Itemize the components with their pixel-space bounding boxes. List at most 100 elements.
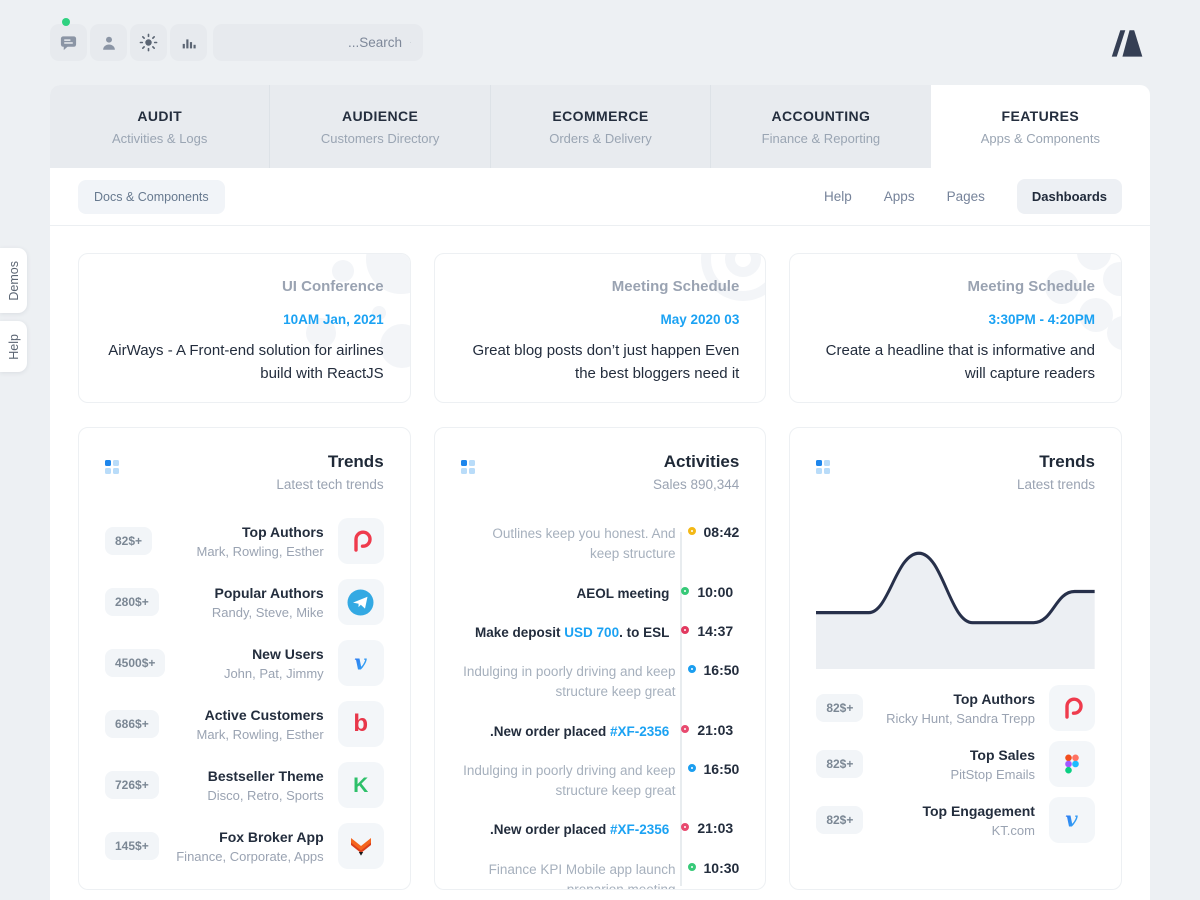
statistics-button[interactable]	[170, 24, 207, 61]
list-item[interactable]: 686$+ Active Customers Mark, Rowling, Es…	[105, 701, 384, 747]
list-item[interactable]: 82$+ Top Authors Ricky Hunt, Sandra Trep…	[816, 685, 1095, 731]
trend-list: 82$+ Top Authors Ricky Hunt, Sandra Trep…	[816, 685, 1095, 843]
list-item[interactable]: 280$+ Popular Authors Randy, Steve, Mike	[105, 579, 384, 625]
processwire-icon[interactable]	[338, 518, 384, 564]
side-tab-help[interactable]: Help	[0, 321, 27, 372]
search-icon[interactable]	[410, 34, 411, 51]
grid-menu-icon[interactable]	[105, 460, 119, 474]
card-text: AirWays - A Front-end solution for airli…	[105, 340, 384, 385]
price-badge: 82$+	[816, 694, 863, 722]
item-names: KT.com	[922, 823, 1035, 838]
card-title: Meeting Schedule	[461, 278, 740, 295]
info-card-ui-conference: UI Conference 10AM Jan, 2021 AirWays - A…	[78, 253, 411, 403]
item-title: Top Authors	[197, 524, 324, 540]
tab-features-sublabel: Apps & Components	[981, 131, 1100, 146]
nav-link-apps[interactable]: Apps	[884, 189, 915, 204]
list-item[interactable]: 82$+ Top Authors Mark, Rowling, Esther	[105, 518, 384, 564]
main-panel: AUDIT Activities & Logs AUDIENCE Custome…	[50, 85, 1150, 900]
list-item[interactable]: 726$+ Bestseller Theme Disco, Retro, Spo…	[105, 762, 384, 808]
timeline-item[interactable]: Make deposit USD 700. to ESL 14:37	[461, 623, 740, 643]
nav-link-help[interactable]: Help	[824, 189, 852, 204]
card-text: Create a headline that is informative an…	[816, 340, 1095, 385]
brand-logo[interactable]	[1104, 26, 1148, 58]
price-badge: 82$+	[816, 750, 863, 778]
messages-button[interactable]	[50, 24, 87, 61]
item-title: Top Engagement	[922, 803, 1035, 819]
card-subtitle: Latest tech trends	[276, 477, 383, 492]
status-ring	[681, 725, 689, 733]
side-tab-demos[interactable]: Demos	[0, 248, 27, 313]
status-ring	[681, 626, 689, 634]
tab-ecommerce-sublabel: Orders & Delivery	[549, 131, 652, 146]
tab-ecommerce[interactable]: ECOMMERCE Orders & Delivery	[491, 85, 711, 168]
tab-audience-sublabel: Customers Directory	[321, 131, 439, 146]
nav-link-pages[interactable]: Pages	[947, 189, 985, 204]
timeline: Outlines keep you honest. And keep struc…	[461, 524, 740, 890]
list-item[interactable]: 4500$+ New Users John, Pat, Jimmy v	[105, 640, 384, 686]
vimeo-icon[interactable]: v	[338, 640, 384, 686]
item-title: Top Sales	[950, 747, 1035, 763]
nav-links: Help Apps Pages Dashboards	[824, 179, 1122, 214]
content-grid: UI Conference 10AM Jan, 2021 AirWays - A…	[50, 226, 1150, 900]
list-item[interactable]: 145$+ Fox Broker App Finance, Corporate,…	[105, 823, 384, 869]
sun-icon	[139, 33, 158, 52]
tab-ecommerce-label: ECOMMERCE	[552, 108, 648, 124]
docs-components-button[interactable]: Docs & Components	[78, 180, 225, 214]
item-title: Fox Broker App	[176, 829, 323, 845]
item-names: Ricky Hunt, Sandra Trepp	[886, 711, 1035, 726]
list-item[interactable]: 82$+ Top Engagement KT.com v	[816, 797, 1095, 843]
card-date: 3:30PM - 4:20PM	[816, 312, 1095, 327]
card-date: May 2020 03	[461, 312, 740, 327]
timeline-item[interactable]: Indulging in poorly driving and keep str…	[461, 761, 740, 802]
tab-audience[interactable]: AUDIENCE Customers Directory	[270, 85, 490, 168]
tab-audit-label: AUDIT	[137, 108, 182, 124]
telegram-icon[interactable]	[338, 579, 384, 625]
card-subtitle: Latest trends	[1017, 477, 1095, 492]
secondary-nav: Docs & Components Help Apps Pages Dashbo…	[50, 168, 1150, 226]
card-text: Great blog posts don’t just happen Even …	[461, 340, 740, 385]
grid-menu-icon[interactable]	[461, 460, 475, 474]
tab-accounting-label: ACCOUNTING	[771, 108, 870, 124]
fox-icon[interactable]	[338, 823, 384, 869]
figma-icon[interactable]	[1049, 741, 1095, 787]
theme-toggle-button[interactable]	[130, 24, 167, 61]
timeline-item[interactable]: .New order placed #XF-2356 21:03	[461, 820, 740, 840]
timeline-item[interactable]: Outlines keep you honest. And keep struc…	[461, 524, 740, 565]
nav-link-dashboards[interactable]: Dashboards	[1017, 179, 1122, 214]
price-badge: 686$+	[105, 710, 159, 738]
user-icon	[100, 34, 118, 52]
item-names: Mark, Rowling, Esther	[197, 727, 324, 742]
item-names: Disco, Retro, Sports	[207, 788, 323, 803]
timeline-item[interactable]: .New order placed #XF-2356 21:03	[461, 722, 740, 742]
item-title: Top Authors	[886, 691, 1035, 707]
card-subtitle: Sales 890,344	[653, 477, 739, 492]
timeline-item[interactable]: AEOL meeting 10:00	[461, 584, 740, 604]
vimeo-icon[interactable]: v	[1049, 797, 1095, 843]
search-input[interactable]	[225, 35, 402, 50]
timeline-item[interactable]: Finance KPI Mobile app launch preparion …	[461, 860, 740, 891]
card-title: Meeting Schedule	[816, 278, 1095, 295]
tab-features-label: FEATURES	[1002, 108, 1080, 124]
processwire-icon[interactable]	[1049, 685, 1095, 731]
tab-accounting-sublabel: Finance & Reporting	[762, 131, 881, 146]
trends-area-chart	[816, 522, 1095, 669]
price-badge: 82$+	[816, 806, 863, 834]
item-names: John, Pat, Jimmy	[224, 666, 324, 681]
card-title: Trends	[1017, 452, 1095, 472]
kickstarter-icon[interactable]: K	[338, 762, 384, 808]
svg-text:v: v	[1066, 807, 1079, 832]
tab-audit[interactable]: AUDIT Activities & Logs	[50, 85, 270, 168]
list-item[interactable]: 82$+ Top Sales PitStop Emails	[816, 741, 1095, 787]
timeline-item[interactable]: Indulging in poorly driving and keep str…	[461, 662, 740, 703]
status-ring	[688, 665, 696, 673]
status-ring	[681, 587, 689, 595]
main-tab-bar: AUDIT Activities & Logs AUDIENCE Custome…	[50, 85, 1150, 168]
tab-features[interactable]: FEATURES Apps & Components	[931, 85, 1150, 168]
bing-icon[interactable]: b	[338, 701, 384, 747]
timeline-time: 10:00	[697, 584, 739, 600]
tab-accounting[interactable]: ACCOUNTING Finance & Reporting	[711, 85, 930, 168]
timeline-time: 16:50	[704, 761, 740, 777]
profile-button[interactable]	[90, 24, 127, 61]
trends-card-right: Trends Latest trends 82$+ Top Authors Ri…	[789, 427, 1122, 890]
grid-menu-icon[interactable]	[816, 460, 830, 474]
